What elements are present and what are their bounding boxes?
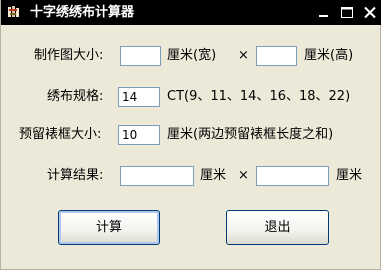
- frame-margin-hint: 厘米(两边预留裱框长度之和): [167, 127, 334, 142]
- pattern-size-label: 制作图大小:: [34, 48, 104, 63]
- times-sign-1: ×: [238, 48, 249, 63]
- frame-margin-label: 预留裱框大小:: [19, 127, 102, 142]
- fabric-count-hint: CT(9、11、14、16、18、22): [167, 89, 351, 104]
- result-height-field[interactable]: [256, 166, 329, 186]
- times-sign-2: ×: [238, 168, 249, 183]
- maximize-icon[interactable]: [339, 5, 355, 20]
- minimize-icon[interactable]: [316, 5, 332, 20]
- result-width-field[interactable]: [120, 166, 194, 186]
- result-label: 计算结果:: [47, 168, 104, 183]
- calculate-button[interactable]: 计算: [58, 210, 160, 245]
- exit-button[interactable]: 退出: [226, 210, 329, 245]
- title-bar[interactable]: 十字绣绣布计算器: [1, 0, 381, 25]
- window-title: 十字绣绣布计算器: [30, 5, 135, 20]
- app-window: 十字绣绣布计算器 制作图大小: 厘米(宽) × 厘米(高) 绣布规格: CT(9…: [0, 0, 381, 270]
- frame-margin-input[interactable]: [118, 125, 160, 145]
- pattern-height-input[interactable]: [256, 46, 297, 66]
- fabric-count-label: 绣布规格:: [47, 89, 104, 104]
- fabric-count-input[interactable]: [118, 87, 160, 107]
- result-height-unit: 厘米: [336, 168, 363, 183]
- height-unit-label: 厘米(高): [304, 48, 354, 63]
- cross-stitch-app-icon: [5, 4, 21, 20]
- pattern-width-input[interactable]: [120, 46, 161, 66]
- width-unit-label: 厘米(宽): [167, 48, 217, 63]
- result-width-unit: 厘米: [200, 168, 227, 183]
- close-icon[interactable]: [362, 5, 378, 20]
